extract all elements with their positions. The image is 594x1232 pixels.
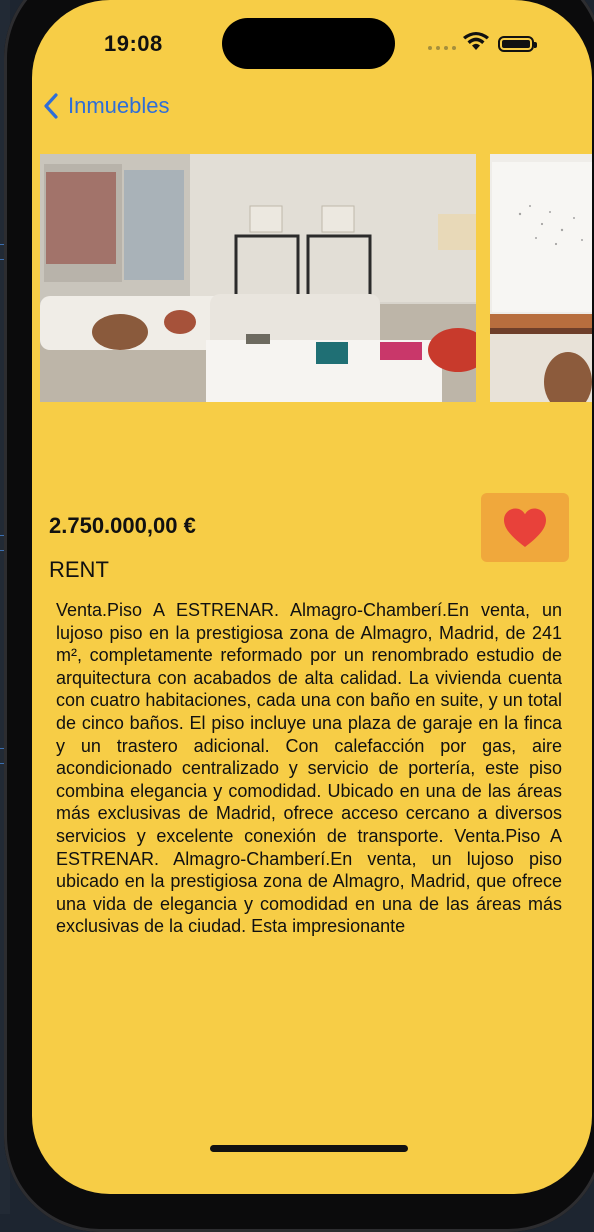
back-label: Inmuebles: [68, 93, 170, 118]
home-indicator[interactable]: [210, 1145, 408, 1152]
living-room-photo: [40, 154, 476, 402]
favorite-button[interactable]: [481, 493, 569, 562]
battery-icon: [498, 36, 537, 52]
living-room-photo: [490, 154, 592, 402]
wifi-icon: [463, 32, 489, 50]
back-button[interactable]: Inmuebles: [42, 92, 170, 120]
chevron-left-icon: [44, 93, 58, 119]
dynamic-island: [222, 18, 395, 69]
cellular-signal-icon: [428, 46, 456, 50]
property-description: Venta.Piso A ESTRENAR. Almagro-Chamberí.…: [56, 600, 562, 937]
app-screen: 19:08 Inmuebles 2.750.000,00 € RENT Vent…: [32, 0, 592, 1194]
property-photo[interactable]: [40, 154, 476, 402]
phone-frame: 19:08 Inmuebles 2.750.000,00 € RENT Vent…: [4, 0, 594, 1232]
operation-label: RENT: [49, 557, 109, 582]
price-label: 2.750.000,00 €: [49, 513, 196, 538]
heart-icon: [504, 508, 546, 547]
property-photo-next[interactable]: [490, 154, 592, 402]
status-time: 19:08: [104, 31, 163, 56]
